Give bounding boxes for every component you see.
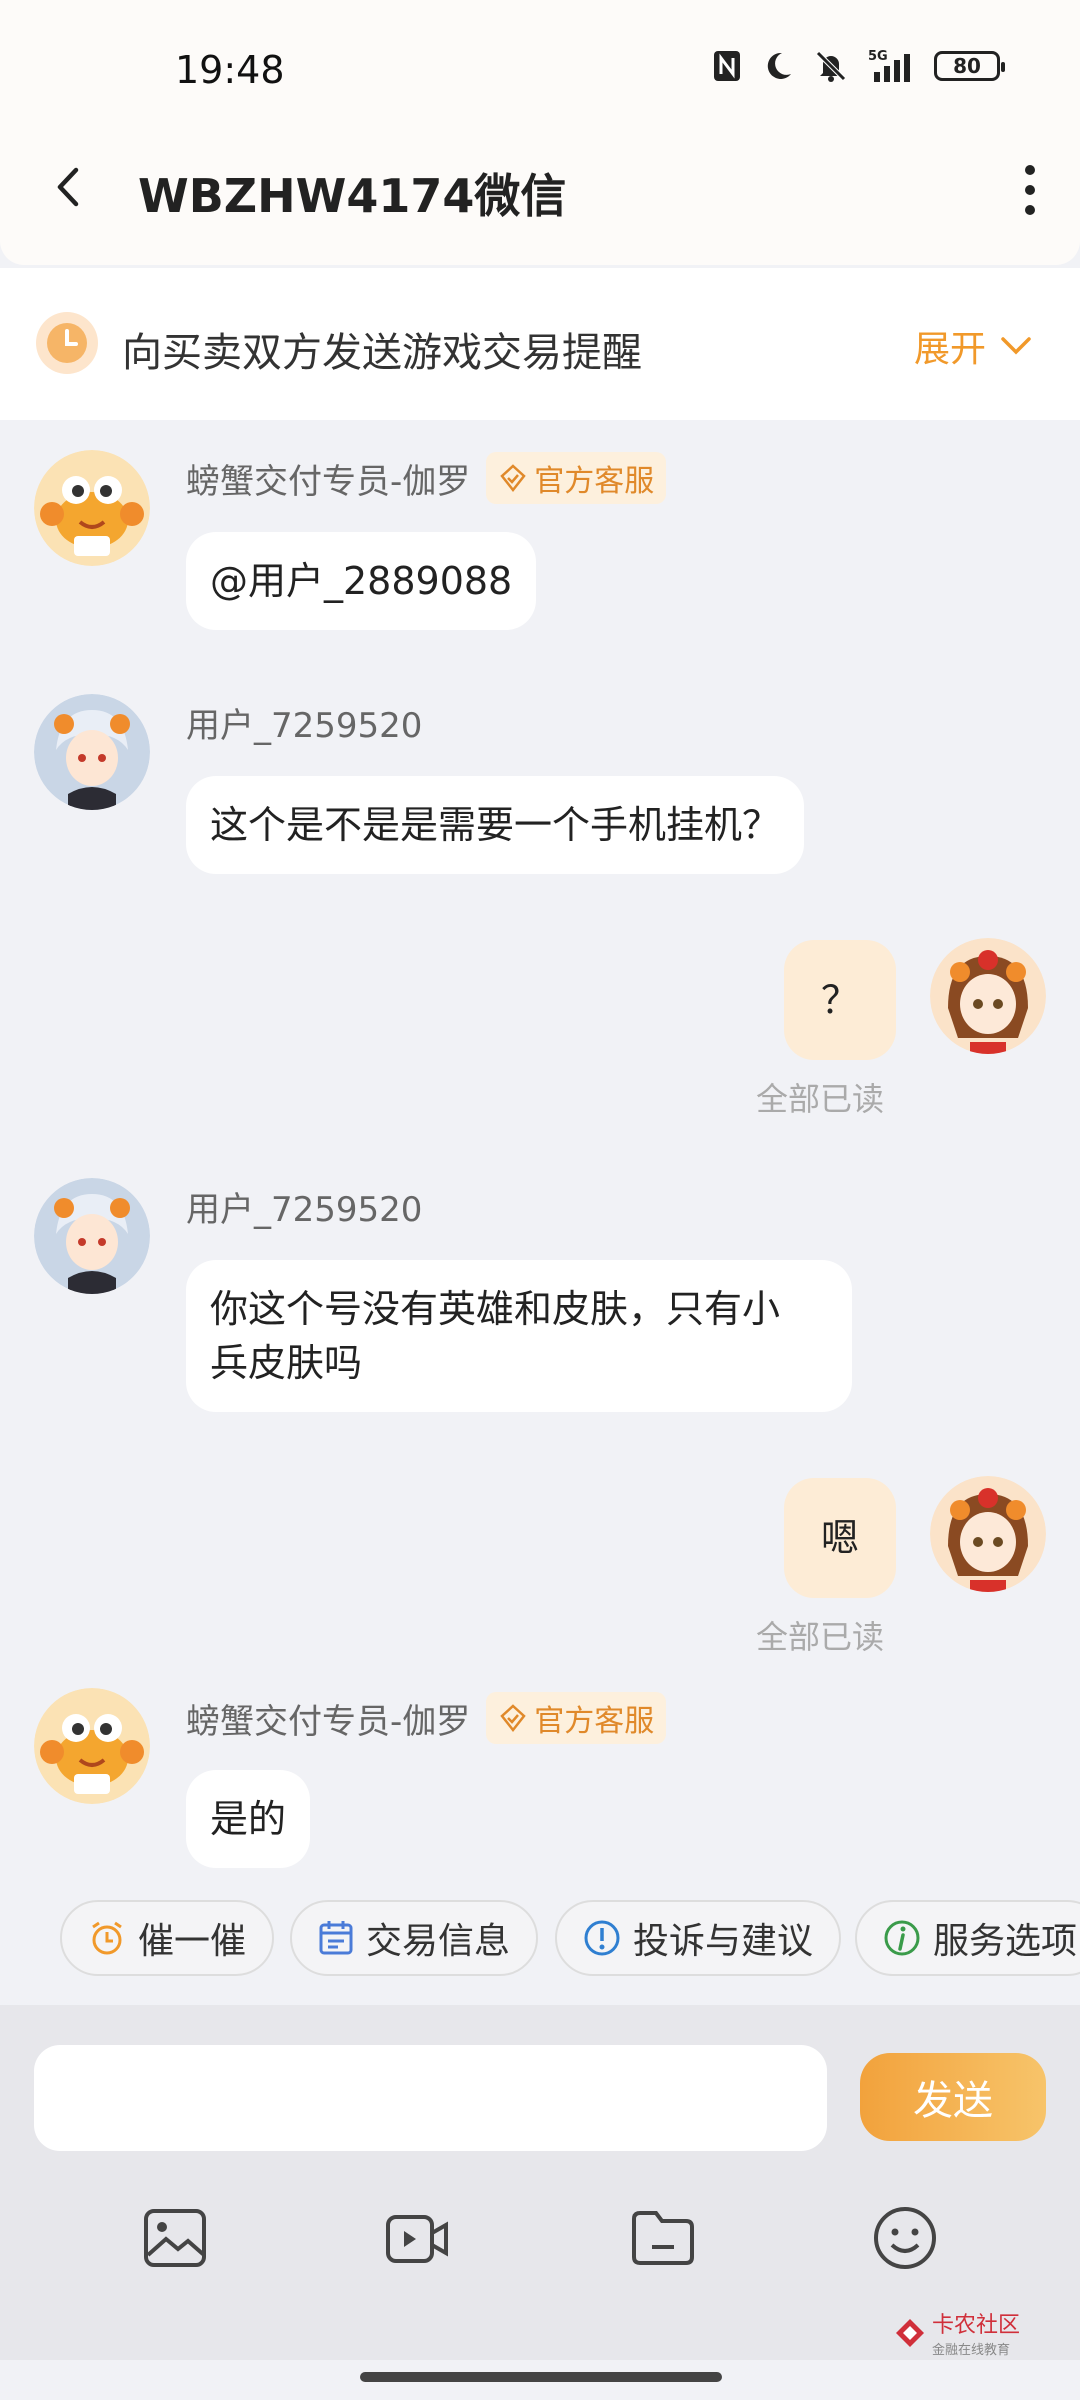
input-area: 发送 卡农社区 金融在线教育 xyxy=(0,2005,1080,2360)
avatar-user-7259520[interactable] xyxy=(34,1178,150,1294)
page-title: WBZHW4174微信 xyxy=(138,169,567,223)
official-badge: 官方客服 xyxy=(486,452,667,504)
info-icon xyxy=(884,1920,920,1956)
message-sender: 用户_7259520 xyxy=(186,1182,422,1231)
service-options-button[interactable]: 服务选项 xyxy=(855,1900,1080,1976)
kanong-logo-icon xyxy=(895,2318,924,2347)
complaint-button[interactable]: 投诉与建议 xyxy=(555,1900,842,1976)
reminder-text: 向买卖双方发送游戏交易提醒 xyxy=(122,330,642,376)
alarm-clock-icon xyxy=(92,1921,122,1955)
signal-5g-icon: 5G xyxy=(868,49,910,82)
message-bubble[interactable]: 是的 xyxy=(186,1770,311,1868)
status-time: 19:48 xyxy=(175,48,285,92)
watermark-name: 卡农社区 xyxy=(931,2313,1020,2338)
badge-label: 官方客服 xyxy=(534,1704,655,1739)
emoji-icon xyxy=(874,2207,936,2269)
video-icon xyxy=(386,2215,448,2263)
image-button[interactable] xyxy=(142,2205,208,2271)
message-bubble-mine[interactable]: 嗯 xyxy=(784,1478,896,1598)
sender-name: 用户_7259520 xyxy=(186,706,423,746)
battery-icon: 80 xyxy=(934,51,1005,81)
mute-bell-icon xyxy=(816,51,846,82)
sender-name: 螃蟹交付专员-伽罗 xyxy=(186,461,471,502)
watermark-sub: 金融在线教育 xyxy=(931,2343,1010,2358)
send-button[interactable]: 发送 xyxy=(860,2053,1046,2141)
message-sender: 螃蟹交付专员-伽罗 官方客服 xyxy=(186,1692,667,1744)
more-dot-icon xyxy=(1025,165,1035,175)
status-icons: 5G 80 xyxy=(712,48,1005,84)
message-sender: 螃蟹交付专员-伽罗 官方客服 xyxy=(186,452,667,504)
read-status: 全部已读 xyxy=(756,1080,885,1118)
chip-label: 交易信息 xyxy=(366,1921,511,1962)
calendar-icon xyxy=(319,1921,353,1955)
message-bubble[interactable]: 这个是不是是需要一个手机挂机？ xyxy=(186,776,805,874)
avatar-me[interactable] xyxy=(930,938,1046,1054)
more-options-button[interactable] xyxy=(1010,160,1050,220)
avatar-crab-agent[interactable] xyxy=(34,450,150,566)
sender-name: 螃蟹交付专员-伽罗 xyxy=(186,1701,471,1742)
chat-header: WBZHW4174微信 xyxy=(0,140,1080,265)
status-bar: 19:48 5G 80 xyxy=(0,0,1080,140)
chip-label: 服务选项 xyxy=(933,1921,1078,1962)
folder-icon xyxy=(632,2211,694,2265)
chip-label: 投诉与建议 xyxy=(633,1921,814,1962)
moon-icon xyxy=(767,52,791,79)
message-bubble-mine[interactable]: ？ xyxy=(784,940,896,1060)
trade-reminder-banner[interactable]: 向买卖双方发送游戏交易提醒 展开 xyxy=(0,268,1080,420)
chevron-down-icon xyxy=(1001,337,1031,355)
message-input[interactable] xyxy=(34,2045,827,2151)
quick-actions-bar: 催一催 交易信息 投诉与建议 服务选项 xyxy=(0,1890,1080,2005)
trade-info-button[interactable]: 交易信息 xyxy=(290,1900,539,1976)
expand-button[interactable]: 展开 xyxy=(914,320,1032,372)
shield-check-icon xyxy=(500,464,526,493)
chevron-left-icon xyxy=(57,167,79,207)
more-dot-icon xyxy=(1025,205,1035,215)
svg-text:5G: 5G xyxy=(868,49,888,64)
message-bubble[interactable]: @用户_2889088 xyxy=(186,532,537,630)
more-dot-icon xyxy=(1025,185,1035,195)
avatar-crab-agent[interactable] xyxy=(34,1688,150,1804)
emoji-button[interactable] xyxy=(872,2205,938,2271)
back-button[interactable] xyxy=(44,162,94,212)
alert-circle-icon xyxy=(584,1920,620,1956)
image-icon xyxy=(144,2209,206,2267)
file-button[interactable] xyxy=(630,2205,696,2271)
urge-button[interactable]: 催一催 xyxy=(60,1900,275,1976)
avatar-me[interactable] xyxy=(930,1476,1046,1592)
read-status: 全部已读 xyxy=(756,1618,885,1656)
avatar-user-7259520[interactable] xyxy=(34,694,150,810)
chip-label: 催一催 xyxy=(138,1921,247,1962)
message-bubble[interactable]: 你这个号没有英雄和皮肤，只有小 兵皮肤吗 xyxy=(186,1260,852,1412)
badge-label: 官方客服 xyxy=(534,464,655,499)
message-sender: 用户_7259520 xyxy=(186,698,422,747)
sender-name: 用户_7259520 xyxy=(186,1190,423,1230)
shield-check-icon xyxy=(500,1704,526,1733)
home-indicator[interactable] xyxy=(360,2372,722,2382)
nfc-icon xyxy=(714,51,740,81)
expand-label: 展开 xyxy=(913,329,986,370)
clock-icon xyxy=(36,312,98,374)
video-button[interactable] xyxy=(384,2205,450,2271)
official-badge: 官方客服 xyxy=(486,1692,667,1744)
watermark-logo: 卡农社区 金融在线教育 xyxy=(894,2307,1020,2358)
